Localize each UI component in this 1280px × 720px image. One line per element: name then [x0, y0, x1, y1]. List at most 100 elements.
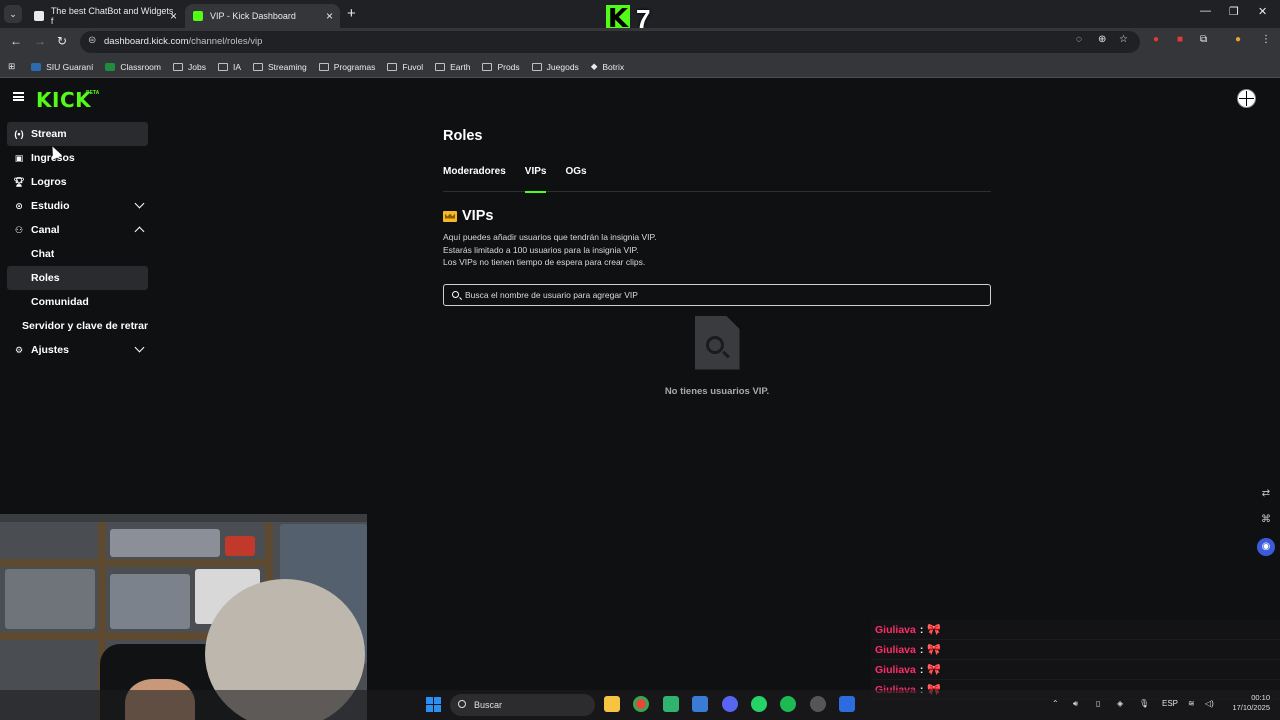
vip-search-field[interactable] [443, 283, 991, 306]
sidebar-item-roles[interactable]: Roles [7, 266, 148, 290]
studio-icon: ⊙ [15, 200, 23, 211]
url-input[interactable]: ⊜ dashboard.kick.com/channel/roles/vip [80, 31, 1140, 53]
apps-grid-icon[interactable]: ⊞ [8, 61, 15, 72]
emote-icon: 🎀 [927, 644, 942, 656]
chevron-up-icon[interactable] [134, 226, 145, 237]
sidebar-item-ingresos[interactable]: ▣ Ingresos [7, 146, 148, 170]
maximize-icon[interactable]: ❐ [1229, 5, 1239, 18]
tab-ogs[interactable]: OGs [565, 166, 586, 192]
app-icon[interactable] [663, 696, 679, 712]
browser-tab[interactable]: The best ChatBot and Widgets f × [26, 4, 184, 28]
site-info-icon[interactable]: ⊜ [88, 35, 96, 46]
microphone-icon[interactable]: 🎙︎ [1139, 699, 1149, 708]
bookmark-folder[interactable]: Jobs [173, 62, 206, 72]
bookmark-folder[interactable]: Juegods [531, 62, 579, 72]
tab-search-icon[interactable]: ⌄ [4, 5, 22, 23]
bookmark-folder[interactable]: Programas [318, 62, 375, 72]
extension-red-icon[interactable]: ● [1153, 34, 1159, 45]
speaker-icon[interactable]: 🔊︎ [1073, 699, 1078, 709]
sidebar-item-stream[interactable]: (•) Stream [7, 122, 148, 146]
folder-icon [387, 62, 398, 71]
translate-icon[interactable]: ⇄ [1257, 485, 1275, 503]
broadcast-icon: (•) [14, 129, 24, 139]
bookmark-folder[interactable]: Fuvol [387, 62, 423, 72]
app-blue-icon[interactable] [839, 696, 855, 712]
hamburger-menu-icon[interactable] [13, 92, 24, 101]
bookmark-folder[interactable]: Streaming [253, 62, 307, 72]
extensions-icon[interactable]: ⧉ [1200, 34, 1207, 45]
extension-pdf-icon[interactable]: ■ [1177, 34, 1183, 45]
bookmark-star-icon[interactable]: ☆ [1119, 34, 1128, 45]
bookmark-folder[interactable]: Earth [435, 62, 470, 72]
chrome-icon[interactable] [633, 696, 649, 712]
gear-icon: ⚙ [14, 344, 24, 355]
store-icon[interactable] [692, 696, 708, 712]
close-tab-icon[interactable]: × [326, 9, 333, 23]
tab-vips[interactable]: VIPs [524, 166, 546, 193]
profile-avatar-icon[interactable]: ● [1235, 34, 1241, 45]
spotify-icon[interactable] [780, 696, 796, 712]
file-explorer-icon[interactable] [604, 696, 620, 712]
bookmark-folder[interactable]: IA [217, 62, 241, 72]
bookmark-item[interactable]: SIU Guaraní [31, 62, 93, 72]
language-indicator[interactable]: ESP [1162, 699, 1178, 708]
sidebar-item-comunidad[interactable]: Comunidad [7, 290, 148, 314]
windows-start-icon[interactable] [426, 697, 441, 712]
back-icon[interactable]: ← [10, 34, 22, 48]
taskbar-search[interactable]: Buscar [450, 694, 595, 716]
bookmark-folder[interactable]: Prods [482, 62, 520, 72]
bookmark-item[interactable]: ◆ Botrix [591, 61, 624, 72]
chevron-down-icon[interactable] [134, 198, 145, 209]
crown-icon [443, 210, 457, 222]
forward-icon[interactable]: → [34, 34, 46, 48]
siu-icon [31, 62, 42, 71]
browser-tab-active[interactable]: VIP - Kick Dashboard × [185, 4, 340, 28]
tab-moderadores[interactable]: Moderadores [443, 166, 506, 192]
bookmark-item[interactable]: Classroom [105, 62, 161, 72]
classroom-icon [105, 62, 116, 71]
zoom-icon[interactable]: ⊕ [1098, 34, 1106, 45]
new-tab-icon[interactable]: + [347, 5, 356, 22]
reload-icon[interactable]: ↻ [57, 34, 67, 48]
chat-message: Giuliava:🎀 [871, 660, 1280, 680]
kick-logo[interactable]: KICK [36, 88, 91, 112]
discord-taskbar-icon[interactable] [722, 696, 738, 712]
taskbar-clock[interactable]: 00:10 17/10/2025 [1224, 693, 1270, 713]
eye-off-icon[interactable]: ◌ [1076, 34, 1082, 45]
folder-icon [253, 62, 263, 71]
chat-message: Giuliava:🎀 [871, 620, 1280, 640]
folder-icon [482, 62, 493, 71]
tab-title: The best ChatBot and Widgets f [50, 6, 174, 26]
chat-message: Giuliava:🎀 [871, 640, 1280, 660]
sidebar-item-canal[interactable]: ⚇ Canal [7, 218, 148, 242]
sidebar-item-ajustes[interactable]: ⚙ Ajustes [7, 338, 148, 362]
description-line: Estarás limitado a 100 usuarios para la … [443, 244, 639, 255]
sidebar-item-chat[interactable]: Chat [7, 242, 148, 266]
security-icon[interactable]: ◈ [1117, 699, 1123, 708]
vip-search-input[interactable] [465, 289, 965, 300]
sidebar-item-servidor[interactable]: Servidor y clave de retransmisión [7, 314, 148, 338]
folder-icon [217, 62, 228, 71]
sidebar-item-logros[interactable]: 🏆︎ Logros [7, 170, 148, 194]
grid-icon[interactable]: ⌘ [1257, 511, 1275, 529]
whatsapp-icon[interactable] [751, 696, 767, 712]
close-window-icon[interactable]: ✕ [1258, 5, 1267, 18]
minimize-icon[interactable]: — [1200, 5, 1211, 17]
discord-icon[interactable]: ◉ [1257, 538, 1275, 556]
search-icon [458, 700, 466, 708]
battery-icon[interactable]: ▯ [1096, 699, 1100, 708]
chevron-down-icon[interactable] [134, 342, 145, 353]
user-avatar[interactable] [1237, 89, 1256, 108]
folder-icon [531, 62, 542, 71]
empty-state-text: No tienes usuarios VIP. [664, 385, 770, 397]
steam-icon[interactable] [810, 696, 826, 712]
close-tab-icon[interactable]: × [170, 9, 177, 23]
tray-chevron-up-icon[interactable]: ⌃ [1052, 699, 1059, 708]
folder-icon [318, 62, 329, 71]
menu-dots-icon[interactable]: ⋮ [1261, 34, 1271, 45]
volume-icon[interactable]: ◁) [1205, 699, 1214, 708]
windows-taskbar: Buscar ⌃ 🔊︎ ▯ ◈ 🎙︎ ESP ≋ ◁) 00:10 17/10/… [0, 690, 1280, 720]
wifi-icon[interactable]: ≋ [1188, 699, 1195, 708]
channel-icon: ⚇ [14, 224, 24, 235]
sidebar-item-estudio[interactable]: ⊙ Estudio [7, 194, 148, 218]
